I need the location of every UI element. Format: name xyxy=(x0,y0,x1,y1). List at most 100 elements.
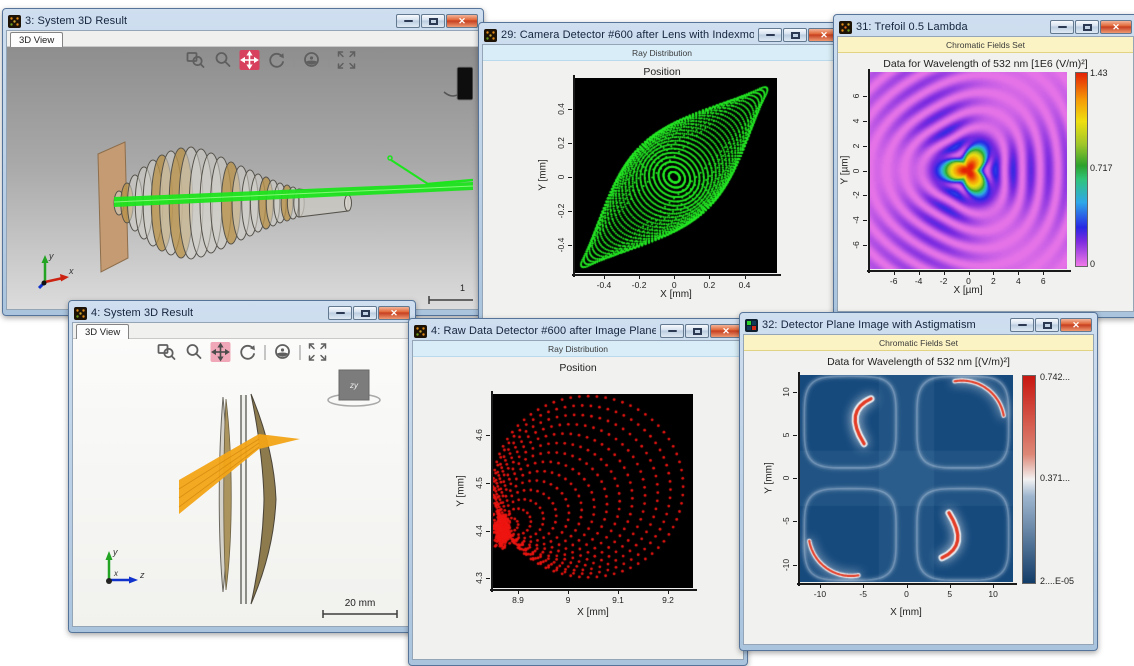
3d-viewport[interactable]: zy y z x 20 mm xyxy=(73,339,411,626)
app-icon xyxy=(484,29,497,42)
tick xyxy=(863,584,864,588)
pan-icon[interactable] xyxy=(211,342,231,362)
minimize-button[interactable] xyxy=(328,306,352,320)
tick xyxy=(568,109,572,110)
colorbar xyxy=(1022,375,1036,584)
tick xyxy=(709,275,710,279)
spine xyxy=(798,372,800,586)
titlebar[interactable]: 4: System 3D Result ✕ xyxy=(72,304,412,322)
x-tick-label: 0.4 xyxy=(739,280,751,290)
maximize-button[interactable] xyxy=(353,306,377,320)
app-icon xyxy=(8,15,21,28)
minimize-button[interactable] xyxy=(1050,20,1074,34)
window-camera-detector: 29: Camera Detector #600 after Lens with… xyxy=(478,22,846,326)
x-axis-label: X [mm] xyxy=(890,607,922,618)
rotate-icon[interactable] xyxy=(238,342,258,362)
zoom-region-icon[interactable] xyxy=(186,50,206,70)
x-tick-label: 9.1 xyxy=(612,595,624,605)
y-tick-label: 4.5 xyxy=(474,477,484,489)
tick xyxy=(568,143,572,144)
zoom-icon[interactable] xyxy=(213,50,233,70)
3d-viewport[interactable]: y x 1 xyxy=(7,47,479,309)
close-button[interactable]: ✕ xyxy=(1060,318,1092,332)
3d-scene: zy y z x 20 mm xyxy=(73,339,405,623)
tab-3d-view[interactable]: 3D View xyxy=(10,32,63,47)
titlebar[interactable]: 32: Detector Plane Image with Astigmatis… xyxy=(743,316,1094,334)
window-title: 4: System 3D Result xyxy=(91,307,324,319)
toolbar-separator xyxy=(265,345,266,360)
y-tick-label: 0 xyxy=(556,175,566,180)
view-cube-partial[interactable] xyxy=(444,67,473,100)
tick xyxy=(604,275,605,279)
minimize-button[interactable] xyxy=(660,324,684,338)
view-cube[interactable]: zy xyxy=(328,370,380,406)
minimize-button[interactable] xyxy=(758,28,782,42)
tick xyxy=(863,171,867,172)
tick xyxy=(793,435,797,436)
window-title: 31: Trefoil 0.5 Lambda xyxy=(856,21,1046,33)
titlebar[interactable]: 3: System 3D Result ✕ xyxy=(6,12,480,30)
colorbar-mid-label: 0.371... xyxy=(1040,473,1070,483)
document-subtitle: Chromatic Fields Set xyxy=(838,37,1133,53)
toolbar-separator xyxy=(329,53,330,68)
maximize-button[interactable] xyxy=(1035,318,1059,332)
scatter-plot-canvas xyxy=(493,394,693,588)
pan-icon[interactable] xyxy=(240,50,260,70)
titlebar[interactable]: 29: Camera Detector #600 after Lens with… xyxy=(482,26,842,44)
tick xyxy=(950,584,951,588)
tick xyxy=(863,96,867,97)
x-axis-label: X [mm] xyxy=(660,289,692,300)
x-tick-label: 2 xyxy=(991,276,996,286)
x-tick-label: -10 xyxy=(814,589,826,599)
minimize-button[interactable] xyxy=(1010,318,1034,332)
orbit-icon[interactable] xyxy=(273,342,293,362)
meniscus-lens xyxy=(251,394,276,604)
tick xyxy=(486,578,490,579)
field-plot-canvas xyxy=(800,375,1013,582)
tab-strip: 3D View xyxy=(7,31,479,47)
fit-view-icon[interactable] xyxy=(308,342,328,362)
tick xyxy=(518,590,519,594)
x-tick-label: 0 xyxy=(966,276,971,286)
maximize-button[interactable] xyxy=(421,14,445,28)
tick xyxy=(894,271,895,275)
tick xyxy=(486,531,490,532)
svg-text:y: y xyxy=(48,251,54,261)
tick xyxy=(793,392,797,393)
tick xyxy=(863,220,867,221)
titlebar[interactable]: 31: Trefoil 0.5 Lambda ✕ xyxy=(837,18,1134,36)
minimize-button[interactable] xyxy=(396,14,420,28)
maximize-button[interactable] xyxy=(783,28,807,42)
app-icon xyxy=(74,307,87,320)
rotate-icon[interactable] xyxy=(267,50,287,70)
close-button[interactable]: ✕ xyxy=(710,324,742,338)
tick xyxy=(919,271,920,275)
close-button[interactable]: ✕ xyxy=(446,14,478,28)
close-button[interactable]: ✕ xyxy=(1100,20,1132,34)
app-icon xyxy=(414,325,427,338)
spine xyxy=(868,69,870,273)
x-tick-label: 8.9 xyxy=(512,595,524,605)
titlebar[interactable]: 4: Raw Data Detector #600 after Image Pl… xyxy=(412,322,744,340)
app-icon xyxy=(839,21,852,34)
svg-text:zy: zy xyxy=(349,381,359,390)
tick xyxy=(568,177,572,178)
fit-view-icon[interactable] xyxy=(337,50,357,70)
tab-3d-view[interactable]: 3D View xyxy=(76,324,129,339)
close-button[interactable]: ✕ xyxy=(378,306,410,320)
x-tick-label: 9 xyxy=(566,595,571,605)
colorbar-max-label: 1.43 xyxy=(1090,68,1108,78)
chart-area: Position X [mm] Y [mm] 8.999.19.24.34.44… xyxy=(413,357,743,659)
y-tick-label: 0.2 xyxy=(556,137,566,149)
y-tick-label: 0.4 xyxy=(556,103,566,115)
maximize-button[interactable] xyxy=(1075,20,1099,34)
tick xyxy=(863,245,867,246)
maximize-button[interactable] xyxy=(685,324,709,338)
zoom-region-icon[interactable] xyxy=(157,342,177,362)
x-axis-label: X [mm] xyxy=(577,607,609,618)
window-system3d-top: 3: System 3D Result ✕ 3D View xyxy=(2,8,484,316)
x-tick-label: -2 xyxy=(940,276,948,286)
orbit-icon[interactable] xyxy=(302,50,322,70)
tick xyxy=(907,584,908,588)
zoom-icon[interactable] xyxy=(184,342,204,362)
